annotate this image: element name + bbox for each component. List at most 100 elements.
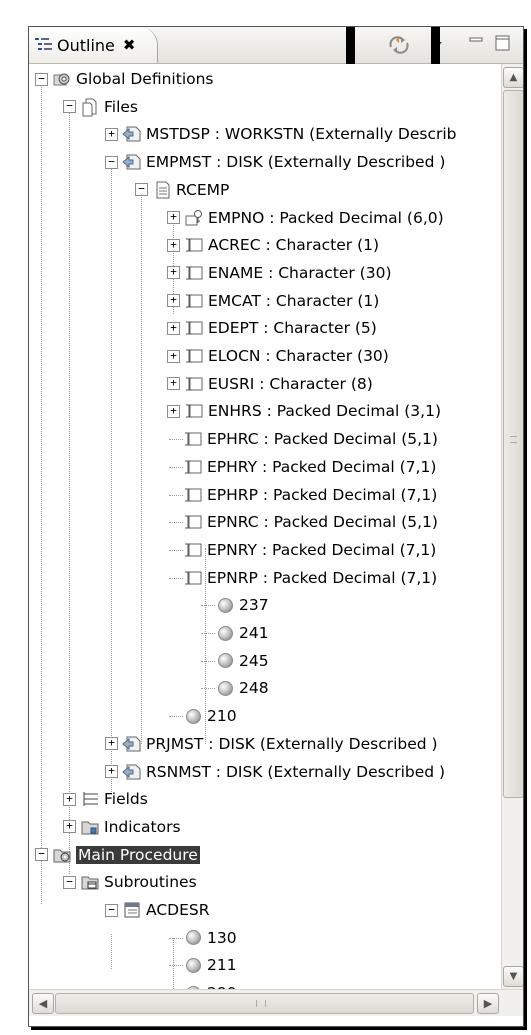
tree-node-field[interactable]: EPNRC : Packed Decimal (5,1): [183, 508, 438, 536]
ball-icon: [183, 706, 203, 726]
tree-node-reference[interactable]: 211: [183, 951, 237, 979]
view-titlebar: Outline ✖: [29, 27, 523, 64]
expand-icon[interactable]: +: [167, 211, 180, 224]
tree-node-file-prjmst[interactable]: + PRJMST : DISK (Externally Described ): [105, 730, 438, 758]
field-icon: [183, 568, 203, 588]
tree-node-file-rsnmst[interactable]: + RSNMST : DISK (Externally Described ): [105, 758, 445, 786]
file-icon: [122, 734, 142, 754]
ball-icon: [183, 928, 203, 948]
tree-node-label: PRJMST : DISK (Externally Described ): [146, 734, 438, 753]
tree-node-fields[interactable]: + Fields: [63, 785, 148, 813]
tree-node-field[interactable]: + EDEPT : Character (5): [167, 314, 377, 342]
tree-node-label: EMPMST : DISK (Externally Described ): [146, 153, 446, 172]
tree-node-field[interactable]: + EUSRI : Character (8): [167, 370, 373, 398]
field-icon: [183, 540, 203, 560]
key-icon: [184, 208, 204, 228]
outline-icon: [35, 36, 53, 54]
maximize-icon[interactable]: [495, 35, 511, 51]
field-icon: [184, 346, 204, 366]
vertical-scrollbar[interactable]: ▲ ▼: [501, 64, 523, 989]
expand-icon[interactable]: +: [167, 349, 180, 363]
tree-node-file-mstdsp[interactable]: + MSTDSP : WORKSTN (Externally Describ: [105, 120, 457, 148]
expand-icon[interactable]: +: [63, 792, 76, 806]
field-icon: [184, 401, 204, 421]
expand-icon[interactable]: +: [105, 127, 118, 141]
gear-icon: [52, 69, 72, 89]
scroll-down-button[interactable]: ▼: [503, 966, 523, 987]
expand-icon[interactable]: +: [167, 377, 180, 391]
collapse-icon[interactable]: −: [135, 183, 148, 197]
expand-icon[interactable]: +: [167, 238, 180, 252]
expand-icon[interactable]: +: [167, 266, 180, 280]
tree-node-field[interactable]: + ACREC : Character (1): [167, 231, 379, 259]
close-icon[interactable]: ✖: [123, 36, 136, 54]
field-icon: [184, 318, 204, 338]
tree-node-field[interactable]: + ELOCN : Character (30): [167, 342, 389, 370]
horizontal-scrollbar[interactable]: ◀ ▶: [29, 989, 523, 1016]
tree-node-field[interactable]: + EMPNO : Packed Decimal (6,0): [167, 204, 444, 232]
tree-node-label: 245: [239, 651, 269, 670]
field-icon: [184, 263, 204, 283]
tree-node-main-procedure[interactable]: − Main Procedure: [35, 841, 200, 869]
tree-node-indicators[interactable]: + Indicators: [63, 813, 181, 841]
tree-node-label: EPHRY : Packed Decimal (7,1): [207, 457, 437, 476]
tree-node-label: Main Procedure: [76, 845, 200, 864]
tree-node-label: 130: [207, 928, 237, 947]
tree-node-label: RCEMP: [176, 180, 230, 199]
tree-node-field[interactable]: EPHRP : Packed Decimal (7,1): [183, 481, 437, 509]
outline-tree[interactable]: − Global Definitions − Files + MSTDSP : WORKS…: [29, 64, 501, 989]
expand-icon[interactable]: +: [167, 404, 180, 418]
collapse-icon[interactable]: −: [105, 155, 118, 169]
tree-node-label: 237: [239, 596, 269, 615]
tree-node-field[interactable]: EPHRY : Packed Decimal (7,1): [183, 453, 436, 481]
expand-icon[interactable]: +: [63, 820, 76, 834]
tree-node-reference[interactable]: 245: [215, 647, 269, 675]
fieldsnode-icon: [80, 789, 100, 809]
field-icon: [184, 235, 204, 255]
expand-icon[interactable]: +: [167, 321, 180, 335]
tree-node-label: Fields: [104, 790, 148, 809]
tree-node-reference[interactable]: 210: [183, 702, 237, 730]
expand-icon[interactable]: +: [105, 737, 118, 751]
tree-node-field[interactable]: + ENAME : Character (30): [167, 259, 392, 287]
collapse-icon[interactable]: −: [35, 848, 48, 862]
tree-node-reference[interactable]: 248: [215, 674, 269, 702]
scroll-up-button[interactable]: ▲: [503, 67, 523, 88]
tree-node-global-definitions[interactable]: − Global Definitions: [35, 65, 214, 93]
collapse-icon[interactable]: −: [35, 72, 48, 86]
tree-node-reference[interactable]: 130: [183, 924, 237, 952]
scroll-left-button[interactable]: ◀: [32, 993, 54, 1014]
field-icon: [184, 291, 204, 311]
tree-node-record-rcemp[interactable]: − RCEMP: [135, 176, 229, 204]
file-icon: [122, 152, 142, 172]
tree-node-field[interactable]: + EMCAT : Character (1): [167, 287, 379, 315]
file-icon: [122, 124, 142, 144]
tree-node-label: 248: [239, 679, 269, 698]
tree-node-field[interactable]: + ENHRS : Packed Decimal (3,1): [167, 397, 441, 425]
tree-node-files[interactable]: − Files: [63, 93, 138, 121]
scroll-right-button[interactable]: ▶: [477, 993, 499, 1014]
tree-node-subroutine-acdesr[interactable]: − ACDESR: [105, 896, 210, 924]
tree-node-reference[interactable]: 241: [215, 619, 269, 647]
tree-node-reference[interactable]: 237: [215, 591, 269, 619]
tree-node-label: ACREC : Character (1): [208, 236, 380, 255]
field-icon: [183, 512, 203, 532]
horizontal-scroll-thumb[interactable]: [55, 993, 474, 1014]
tree-node-subroutines[interactable]: − Subroutines: [63, 868, 197, 896]
tab-outline[interactable]: Outline ✖: [29, 27, 158, 63]
collapse-icon[interactable]: −: [105, 903, 118, 917]
minimize-icon[interactable]: [469, 35, 483, 49]
vertical-scroll-thumb[interactable]: [503, 90, 523, 798]
expand-icon[interactable]: +: [105, 765, 118, 778]
tree-node-field[interactable]: EPNRY : Packed Decimal (7,1): [183, 536, 436, 564]
tree-node-label: Global Definitions: [76, 70, 214, 88]
collapse-icon[interactable]: −: [63, 100, 76, 114]
collapse-icon[interactable]: −: [63, 875, 76, 889]
tree-node-field[interactable]: EPHRC : Packed Decimal (5,1): [183, 425, 438, 453]
expand-icon[interactable]: +: [167, 294, 180, 308]
tree-node-reference[interactable]: 290: [183, 979, 237, 989]
tree-node-file-empmst[interactable]: − EMPMST : DISK (Externally Described ): [105, 148, 445, 176]
tree-node-label: Files: [104, 97, 139, 116]
tree-node-label: ELOCN : Character (30): [208, 347, 389, 365]
tree-node-field[interactable]: EPNRP : Packed Decimal (7,1): [183, 564, 437, 592]
